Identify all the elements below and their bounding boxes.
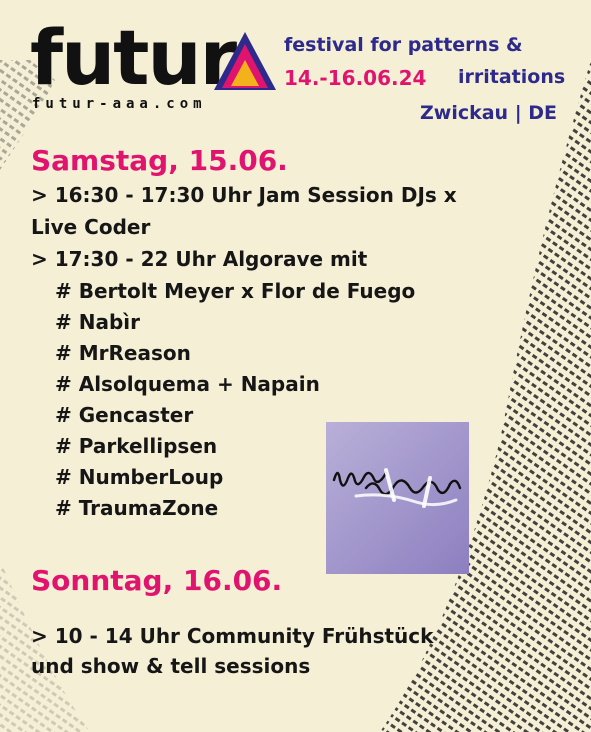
- tagline-dates: 14.-16.06.24: [284, 66, 427, 90]
- schedule-line: > 17:30 - 22 Uhr Algorave mit: [31, 247, 368, 271]
- saturday-heading: Samstag, 15.06.: [31, 144, 288, 177]
- sunday-heading: Sonntag, 16.06.: [31, 564, 283, 597]
- artist-item: # Bertolt Meyer x Flor de Fuego: [55, 279, 416, 303]
- artist-item: # Nabìr: [55, 310, 140, 334]
- schedule-line: Live Coder: [31, 215, 151, 239]
- kunstplantage-logo: [326, 422, 469, 574]
- artist-item: # NumberLoup: [55, 465, 224, 489]
- schedule-line: und show & tell sessions: [31, 654, 311, 678]
- schedule-line: > 10 - 14 Uhr Community Frühstück: [31, 624, 434, 648]
- triangle-logo-icon: [214, 32, 276, 90]
- kunstplantage-signature-icon: [332, 468, 462, 508]
- tagline-festival: festival for patterns &: [284, 34, 523, 56]
- artist-item: # TraumaZone: [55, 496, 219, 520]
- tagline-location: Zwickau | DE: [420, 102, 558, 124]
- schedule-line: > 16:30 - 17:30 Uhr Jam Session DJs x: [31, 183, 457, 207]
- artist-item: # Gencaster: [55, 403, 194, 427]
- artist-item: # Alsolquema + Napain: [55, 372, 320, 396]
- logo-url[interactable]: futur-aaa.com: [32, 96, 207, 112]
- logo-wordmark: futur: [30, 13, 237, 102]
- artist-item: # MrReason: [55, 341, 191, 365]
- tagline-irritations: irritations: [458, 66, 566, 88]
- artist-item: # Parkellipsen: [55, 434, 218, 458]
